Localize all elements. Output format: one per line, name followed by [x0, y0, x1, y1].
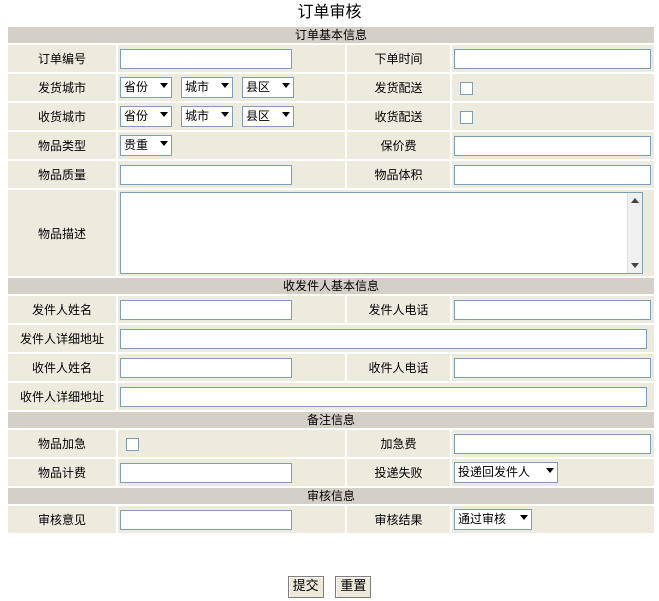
recv-province-value: 省份	[124, 109, 149, 123]
chevron-down-icon	[160, 141, 168, 146]
ship-delivery-checkbox[interactable]	[460, 81, 473, 95]
goods-type-value: 贵重	[124, 138, 149, 152]
goods-weight-input[interactable]	[120, 164, 292, 185]
sender-addr-input[interactable]	[120, 328, 647, 349]
label-sender-name: 发件人姓名	[8, 296, 116, 323]
delivery-fail-value: 投递回发件人	[458, 465, 531, 479]
section-audit: 审核信息	[8, 488, 654, 504]
ship-district-select[interactable]: 县区	[242, 77, 294, 98]
ship-district-value: 县区	[246, 80, 271, 94]
label-urgent-fee: 加急费	[347, 430, 450, 457]
label-order-no: 订单编号	[8, 45, 116, 72]
goods-fee-input[interactable]	[120, 462, 292, 483]
delivery-fail-select[interactable]: 投递回发件人	[454, 462, 558, 483]
label-audit-result: 审核结果	[347, 506, 450, 533]
label-urgent: 物品加急	[8, 430, 116, 457]
insured-fee-input[interactable]	[454, 135, 651, 156]
reset-button[interactable]: 重置	[335, 576, 372, 598]
label-ship-city: 发货城市	[8, 74, 116, 101]
form-actions: 提交 重置	[0, 576, 659, 598]
ship-city-value: 城市	[185, 80, 210, 94]
label-goods-volume: 物品体积	[347, 161, 450, 188]
chevron-down-icon	[221, 112, 229, 117]
label-recv-name: 收件人姓名	[8, 354, 116, 381]
recv-city-value: 城市	[185, 109, 210, 123]
page-title: 订单审核	[297, 2, 362, 21]
recv-addr-input[interactable]	[120, 386, 647, 407]
recv-city-select[interactable]: 城市	[181, 106, 233, 127]
label-recv-delivery: 收货配送	[347, 103, 450, 130]
label-recv-addr: 收件人详细地址	[8, 383, 116, 410]
label-ship-delivery: 发货配送	[347, 74, 450, 101]
label-audit-opinion: 审核意见	[8, 506, 116, 533]
label-goods-fee: 物品计费	[8, 459, 116, 486]
urgent-checkbox[interactable]	[126, 437, 139, 451]
submit-button[interactable]: 提交	[287, 576, 324, 598]
goods-volume-input[interactable]	[454, 164, 651, 185]
chevron-down-icon	[221, 83, 229, 88]
goods-desc-textarea[interactable]	[120, 192, 643, 274]
label-insured: 保价费	[347, 132, 450, 159]
recv-delivery-checkbox[interactable]	[460, 110, 473, 124]
recv-name-input[interactable]	[120, 357, 292, 378]
label-delivery-fail: 投递失败	[347, 459, 450, 486]
label-recv-city: 收货城市	[8, 103, 116, 130]
scroll-down-icon[interactable]	[631, 263, 639, 268]
audit-opinion-input[interactable]	[120, 509, 292, 530]
ship-province-select[interactable]: 省份	[120, 77, 172, 98]
chevron-down-icon	[282, 112, 290, 117]
ship-province-value: 省份	[124, 80, 149, 94]
label-recv-phone: 收件人电话	[347, 354, 450, 381]
chevron-down-icon	[546, 468, 554, 473]
label-goods-weight: 物品质量	[8, 161, 116, 188]
recv-district-select[interactable]: 县区	[242, 106, 294, 127]
goods-type-select[interactable]: 贵重	[120, 135, 172, 156]
chevron-down-icon	[282, 83, 290, 88]
chevron-down-icon	[160, 83, 168, 88]
ship-city-select[interactable]: 城市	[181, 77, 233, 98]
scrollbar[interactable]	[627, 193, 642, 273]
chevron-down-icon	[160, 112, 168, 117]
section-notes: 备注信息	[8, 412, 654, 428]
section-people-info: 收发件人基本信息	[8, 278, 654, 294]
urgent-fee-input[interactable]	[454, 433, 651, 454]
audit-result-value: 通过审核	[458, 512, 507, 526]
recv-district-value: 县区	[246, 109, 271, 123]
scroll-up-icon[interactable]	[631, 198, 639, 203]
sender-name-input[interactable]	[120, 299, 292, 320]
order-review-form: 订单基本信息 订单编号 下单时间 发货城市 省份 城市 县区 发货配送 收货城市 省…	[6, 25, 656, 535]
chevron-down-icon	[520, 515, 528, 520]
label-sender-addr: 发件人详细地址	[8, 325, 116, 352]
audit-result-select[interactable]: 通过审核	[454, 509, 532, 530]
label-sender-phone: 发件人电话	[347, 296, 450, 323]
sender-phone-input[interactable]	[454, 299, 651, 320]
label-goods-type: 物品类型	[8, 132, 116, 159]
order-no-input[interactable]	[120, 48, 292, 69]
order-time-input[interactable]	[454, 48, 651, 69]
label-goods-desc: 物品描述	[8, 190, 116, 276]
recv-phone-input[interactable]	[454, 357, 651, 378]
recv-province-select[interactable]: 省份	[120, 106, 172, 127]
section-basic-info: 订单基本信息	[8, 27, 654, 43]
label-order-time: 下单时间	[347, 45, 450, 72]
